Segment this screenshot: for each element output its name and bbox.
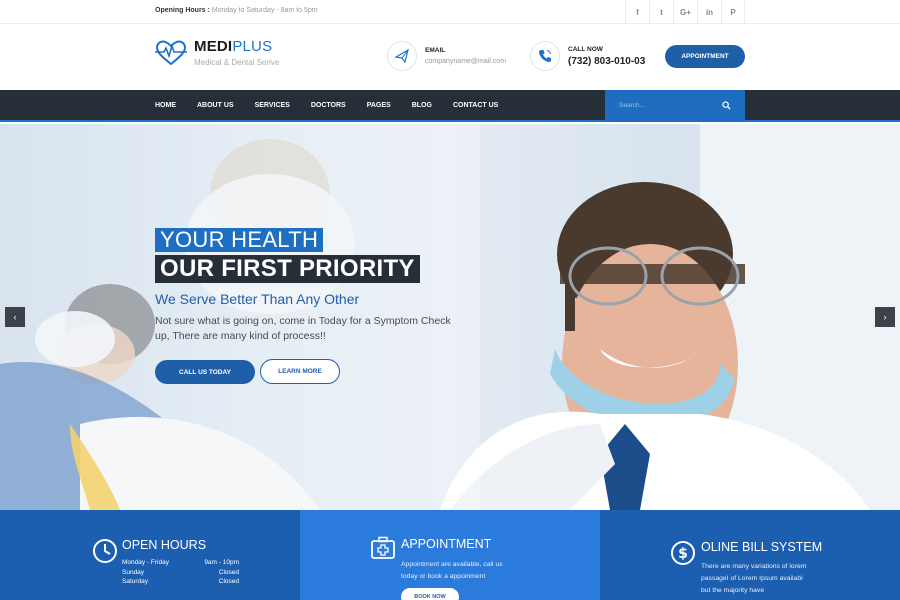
nav-item-home[interactable]: HOME [155, 102, 176, 109]
call-info: CALL NOW (732) 803-010-03 [530, 41, 645, 71]
logo-main: MEDI [194, 38, 233, 55]
nav-item-about-us[interactable]: ABOUT US [197, 102, 234, 109]
call-us-today-button[interactable]: CALL US TODAY [155, 360, 255, 384]
hero-subtitle: We Serve Better Than Any Other [155, 291, 360, 307]
open-hours-panel: OPEN HOURS Monday - Friday 9am - 10pm Su… [0, 510, 300, 600]
email-label: EMAIL [425, 47, 446, 54]
call-value[interactable]: (732) 803-010-03 [568, 56, 645, 67]
search-icon[interactable] [722, 101, 731, 110]
logo-accent: PLUS [232, 38, 273, 55]
appointment-panel: APPOINTMENT Appointment are available, c… [300, 510, 600, 600]
logo-wordmark[interactable]: MEDIPLUS [194, 38, 272, 55]
pinterest-icon[interactable]: P [721, 0, 745, 24]
hours-row: Saturday Closed [122, 578, 239, 588]
dollar-icon: $ [671, 541, 695, 565]
hero-title-line1: YOUR HEALTH [155, 228, 324, 252]
online-bill-title: OLINE BILL SYSTEM [701, 540, 823, 554]
call-label: CALL NOW [568, 45, 603, 53]
email-info: EMAIL companyname@mail.com [387, 41, 506, 71]
nav-item-pages[interactable]: PAGES [367, 102, 391, 109]
hours-time: Closed [218, 578, 239, 585]
online-bill-text-line: There are many variations of lorem [701, 563, 807, 570]
twitter-icon[interactable]: t [649, 0, 673, 24]
appointment-text-line: today or book a appoinment [401, 573, 486, 580]
online-bill-text: There are many variations of lorem passa… [701, 561, 806, 597]
hero-slider: ‹ › YOUR HEALTH OUR FIRST PRIORITY We Se… [0, 124, 900, 510]
site-header: MEDIPLUS Medical & Dental Serive EMAIL c… [0, 24, 900, 90]
google-plus-icon[interactable]: G+ [673, 0, 697, 24]
email-icon [387, 41, 417, 71]
hours-day: Monday - Friday [122, 559, 169, 566]
online-bill-text-line: passageI of Lorem Ipsum availabl [701, 575, 803, 582]
opening-hours-value: Monday to Saturday - 8am to 5pm [211, 7, 318, 14]
learn-more-button[interactable]: LEARN MORE [260, 359, 340, 384]
opening-hours: Opening Hours : Monday to Saturday - 8am… [155, 7, 318, 14]
hours-time: 9am - 10pm [204, 559, 239, 566]
appointment-button[interactable]: APPOINTMENT [665, 45, 745, 68]
feature-strip: OPEN HOURS Monday - Friday 9am - 10pm Su… [0, 510, 900, 600]
hours-day: Saturday [122, 578, 149, 585]
appointment-text-line: Appointment are available, call us [401, 561, 503, 568]
online-bill-panel: $ OLINE BILL SYSTEM There are many varia… [600, 510, 900, 600]
appointment-title: APPOINTMENT [401, 537, 492, 551]
opening-hours-label: Opening Hours : [155, 7, 210, 14]
heart-pulse-logo-icon[interactable] [155, 40, 187, 66]
facebook-icon[interactable]: f [625, 0, 649, 24]
main-nav: HOME ABOUT US SERVICES DOCTORS PAGES BLO… [0, 90, 900, 122]
nav-item-doctors[interactable]: DOCTORS [311, 102, 346, 109]
nav-item-blog[interactable]: BLOG [412, 102, 432, 109]
top-bar: Opening Hours : Monday to Saturday - 8am… [0, 0, 900, 24]
email-value[interactable]: companyname@mail.com [425, 58, 506, 65]
hero-description: Not sure what is going on, come in Today… [155, 315, 451, 342]
search-box[interactable]: Search... [605, 90, 745, 122]
next-slide-button[interactable]: › [875, 307, 895, 327]
medical-kit-icon [371, 536, 395, 559]
linkedin-icon[interactable]: in [697, 0, 721, 24]
logo-tagline: Medical & Dental Serive [194, 58, 280, 67]
open-hours-title: OPEN HOURS [122, 538, 207, 552]
prev-slide-button[interactable]: ‹ [5, 307, 25, 327]
nav-item-contact-us[interactable]: CONTACT US [453, 102, 498, 109]
hours-day: Sunday [122, 568, 145, 576]
appointment-text: Appointment are available, call us today… [401, 559, 503, 583]
online-bill-text-line: but the majority have [701, 587, 765, 594]
phone-icon [530, 41, 560, 71]
search-input[interactable]: Search... [619, 102, 645, 109]
clock-icon [93, 539, 117, 563]
hours-row: Sunday Closed [122, 569, 239, 579]
nav-item-services[interactable]: SERVICES [255, 102, 290, 109]
hours-table: Monday - Friday 9am - 10pm Sunday Closed… [122, 559, 239, 588]
svg-text:$: $ [678, 546, 688, 562]
hero-title-line2: OUR FIRST PRIORITY [155, 255, 420, 283]
hours-row: Monday - Friday 9am - 10pm [122, 559, 239, 569]
hours-time: Closed [218, 568, 239, 576]
book-now-button[interactable]: BOOK NOW [401, 588, 459, 600]
social-links: f t G+ in P [625, 0, 745, 24]
